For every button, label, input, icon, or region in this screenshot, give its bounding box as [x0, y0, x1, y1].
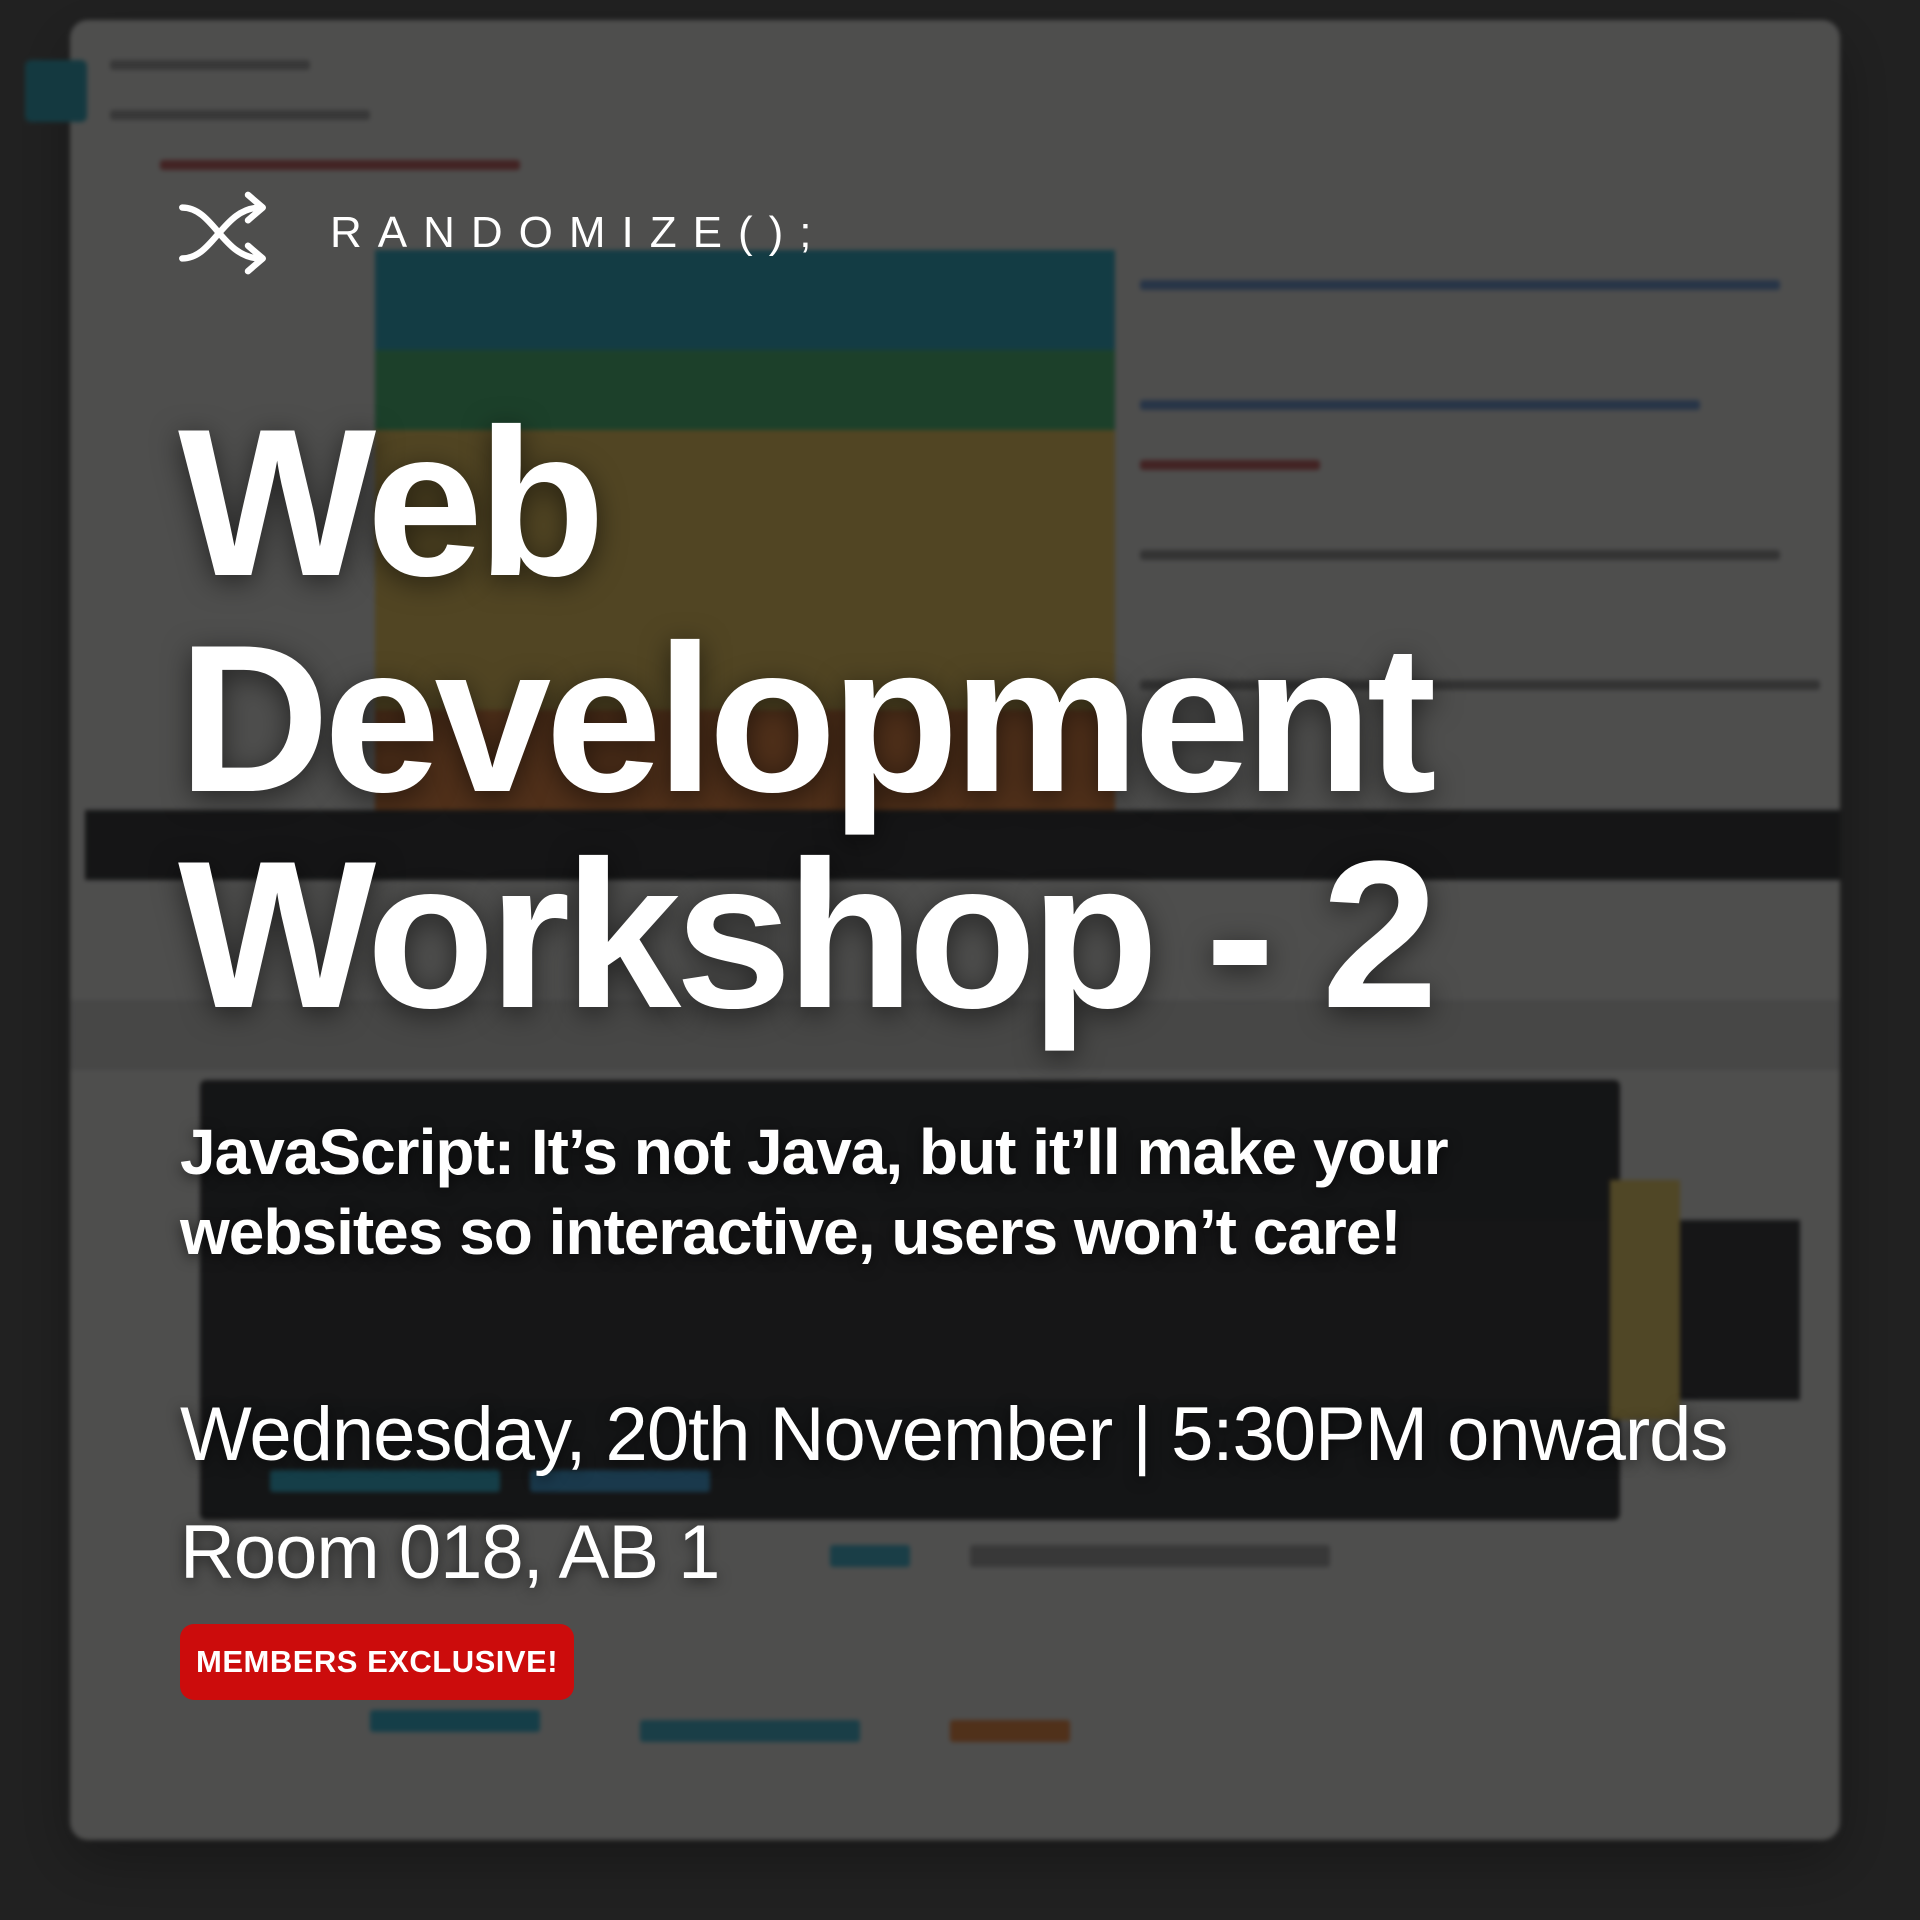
title-line-2: Development — [178, 601, 1437, 836]
title-line-1: Web — [178, 385, 605, 620]
event-poster: RANDOMIZE(); Web Development Workshop - … — [0, 0, 1920, 1920]
brand-logo: RANDOMIZE(); — [178, 180, 828, 286]
members-exclusive-badge: MEMBERS EXCLUSIVE! — [180, 1624, 575, 1700]
event-tagline: JavaScript: It’s not Java, but it’ll mak… — [180, 1116, 1449, 1268]
event-title: Web Development Workshop - 2 — [178, 385, 1438, 1052]
shuffle-arrows-icon — [179, 191, 266, 275]
event-date-time: Wednesday, 20th November | 5:30PM onward… — [180, 1392, 1728, 1477]
title-line-3: Workshop - 2 — [178, 817, 1438, 1052]
brand-name: RANDOMIZE(); — [330, 208, 828, 257]
event-location: Room 018, AB 1 — [180, 1510, 720, 1595]
